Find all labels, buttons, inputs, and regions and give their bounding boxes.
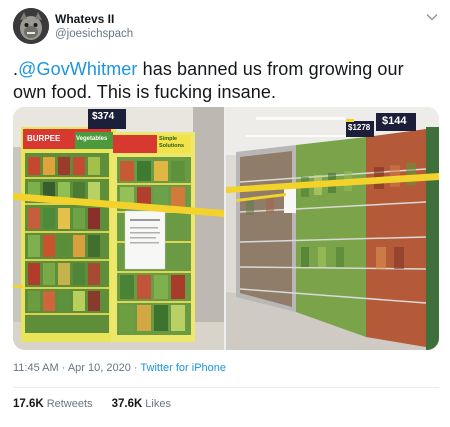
display-name[interactable]: Whatevs II <box>55 12 133 26</box>
tweet-timestamp[interactable]: 11:45 AM · Apr 10, 2020 · <box>13 362 140 374</box>
photo-seed-rack-left[interactable] <box>13 107 224 350</box>
likes-stat[interactable]: 37.6K Likes <box>112 398 171 410</box>
user-handle[interactable]: @joesichspach <box>55 26 133 42</box>
tweet-text: .@GovWhitmer has banned us from growing … <box>13 58 441 104</box>
tweet: Whatevs II @joesichspach .@GovWhitmer ha… <box>0 0 450 427</box>
mention-link[interactable]: @GovWhitmer <box>18 59 137 79</box>
retweets-label: Retweets <box>46 398 93 410</box>
tweet-meta: 11:45 AM · Apr 10, 2020 · Twitter for iP… <box>13 362 226 374</box>
divider <box>13 387 439 388</box>
chevron-down-icon[interactable] <box>425 10 439 24</box>
retweets-stat[interactable]: 17.6K Retweets <box>13 398 93 410</box>
photo-seed-aisle-right[interactable] <box>226 107 439 350</box>
avatar-image <box>13 8 49 44</box>
media-grid: $374 BURPEE Vegetables Simple Solutions <box>13 107 439 350</box>
likes-count: 37.6K <box>111 398 143 410</box>
tweet-stats: 17.6K Retweets 37.6K Likes <box>13 398 187 410</box>
user-names: Whatevs II @joesichspach <box>55 12 133 42</box>
tweet-header: Whatevs II @joesichspach <box>13 8 439 48</box>
tweet-source-link[interactable]: Twitter for iPhone <box>140 362 226 374</box>
avatar[interactable] <box>13 8 49 44</box>
likes-label: Likes <box>145 398 171 410</box>
retweets-count: 17.6K <box>13 398 44 410</box>
